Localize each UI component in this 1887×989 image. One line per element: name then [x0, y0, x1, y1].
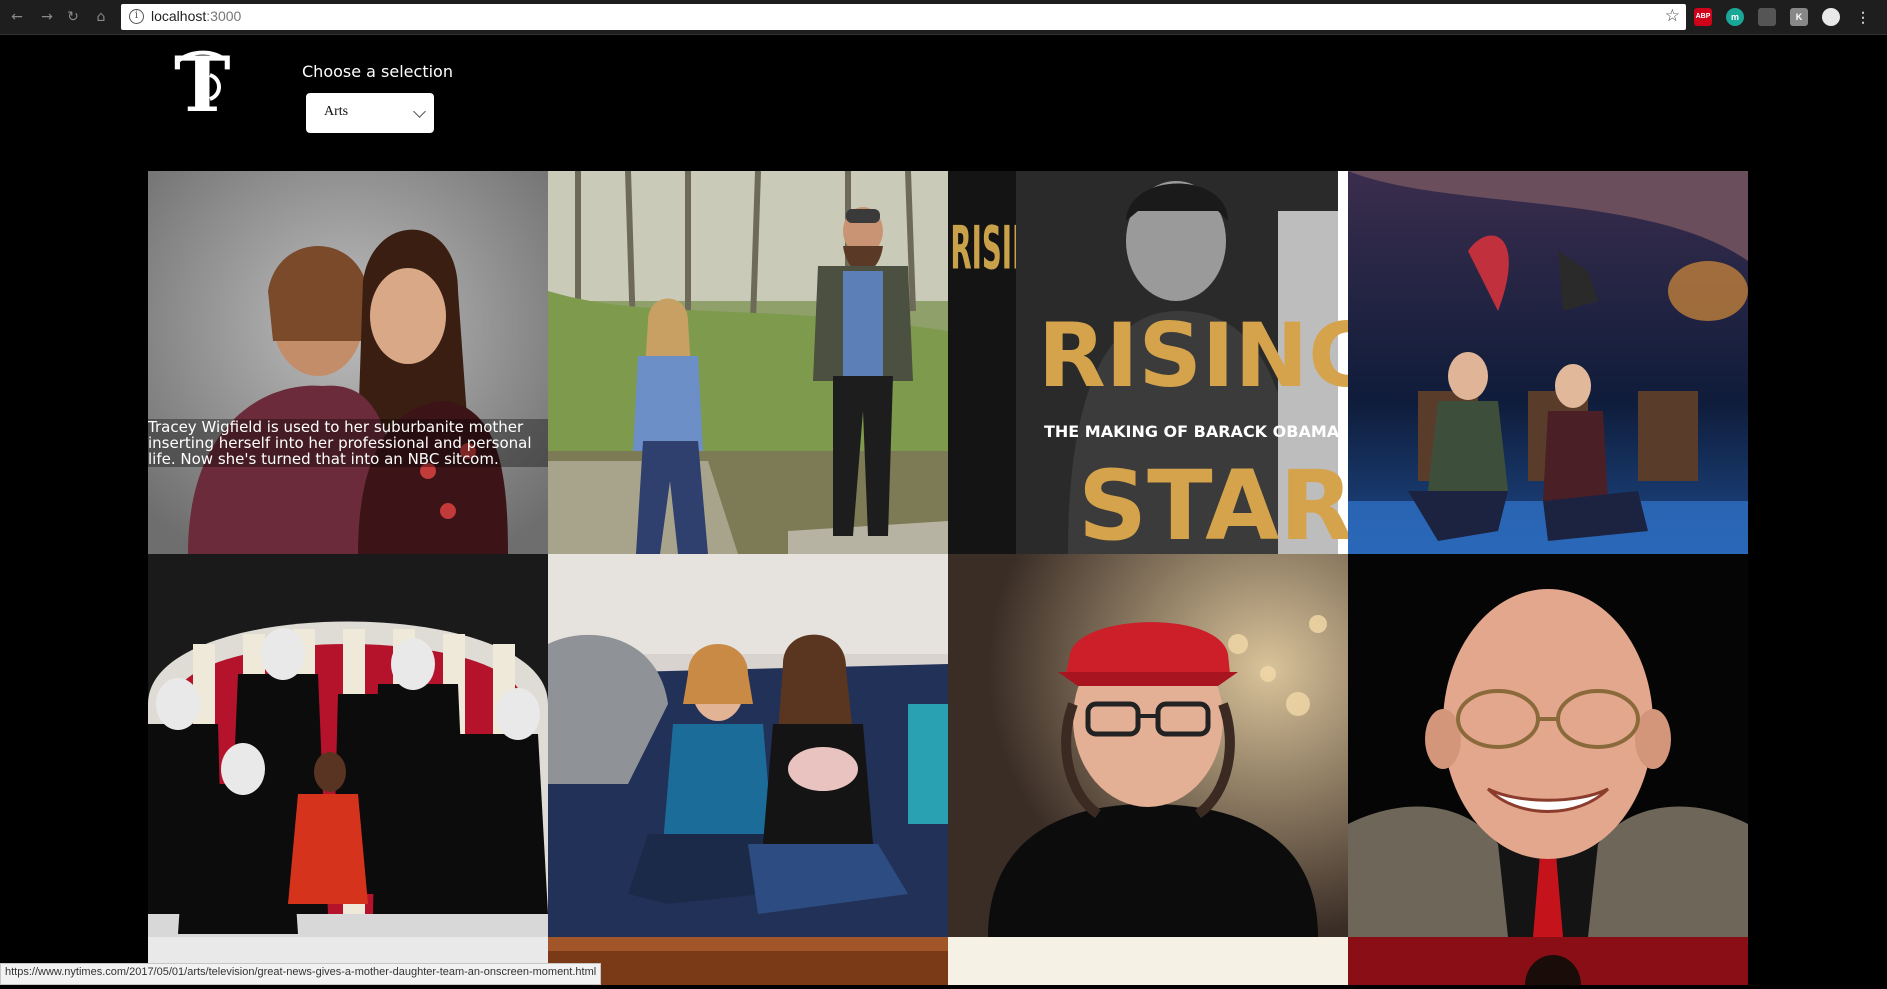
- select-value: Arts: [324, 104, 349, 119]
- article-grid: Tracey Wigfield is used to her suburbani…: [148, 171, 1748, 985]
- section-select[interactable]: Arts: [306, 93, 434, 133]
- article-tile[interactable]: [1348, 171, 1748, 554]
- menu-icon[interactable]: ⋮: [1854, 8, 1872, 26]
- book-subtitle: THE MAKING OF BARACK OBAMA: [1044, 422, 1340, 441]
- rising-star-book-photo: RISING STAR RISING THE MAKING OF BARACK …: [948, 171, 1348, 554]
- back-icon[interactable]: ←: [8, 8, 26, 26]
- chevron-down-icon: [413, 105, 426, 118]
- women-with-baby-photo: [548, 554, 948, 937]
- address-url[interactable]: localhost:3000: [151, 8, 241, 24]
- bookmark-star-icon[interactable]: ☆: [1665, 6, 1680, 26]
- judges-in-wigs-photo: [148, 554, 548, 937]
- article-tile[interactable]: [548, 171, 948, 554]
- smiling-bald-man-photo: [1348, 554, 1748, 937]
- partial-tile-photo: [1348, 937, 1748, 985]
- home-icon[interactable]: ⌂: [92, 8, 110, 26]
- book-title-1: RISING: [1038, 304, 1348, 407]
- mother-daughter-photo: [148, 171, 548, 554]
- article-tile[interactable]: Tracey Wigfield is used to her suburbani…: [148, 171, 548, 554]
- article-tile[interactable]: RISING STAR RISING THE MAKING OF BARACK …: [948, 171, 1348, 554]
- article-tile[interactable]: [148, 554, 548, 937]
- book-title-2: STAR: [1078, 450, 1348, 554]
- article-caption[interactable]: Tracey Wigfield is used to her suburbani…: [148, 419, 548, 467]
- choose-selection-label: Choose a selection: [302, 62, 453, 81]
- partial-tile-photo: [548, 937, 948, 985]
- article-tile[interactable]: [1348, 937, 1748, 985]
- nyt-logo: T: [170, 40, 231, 129]
- extension-icon[interactable]: [1758, 8, 1776, 26]
- address-bar[interactable]: i localhost:3000 ☆: [121, 4, 1686, 30]
- couple-by-lake-photo: [548, 171, 948, 554]
- article-tile[interactable]: [948, 554, 1348, 937]
- forward-icon[interactable]: →: [38, 8, 56, 26]
- man-in-red-cap-photo: [948, 554, 1348, 937]
- article-tile[interactable]: [548, 937, 948, 985]
- profile-extension-icon[interactable]: [1822, 8, 1840, 26]
- article-tile[interactable]: [948, 937, 1348, 985]
- browser-toolbar: ← → ↻ ⌂ i localhost:3000 ☆ ABP m K ⋮: [0, 0, 1887, 35]
- partial-tile-photo: [948, 937, 1348, 985]
- adblock-extension-icon[interactable]: ABP: [1694, 8, 1712, 26]
- status-bar-url: https://www.nytimes.com/2017/05/01/arts/…: [0, 963, 602, 985]
- article-tile[interactable]: [548, 554, 948, 937]
- m-extension-icon[interactable]: m: [1726, 8, 1744, 26]
- k-extension-icon[interactable]: K: [1790, 8, 1808, 26]
- stage-performance-photo: [1348, 171, 1748, 554]
- info-icon[interactable]: i: [129, 9, 144, 24]
- article-tile[interactable]: [1348, 554, 1748, 937]
- reload-icon[interactable]: ↻: [64, 8, 82, 26]
